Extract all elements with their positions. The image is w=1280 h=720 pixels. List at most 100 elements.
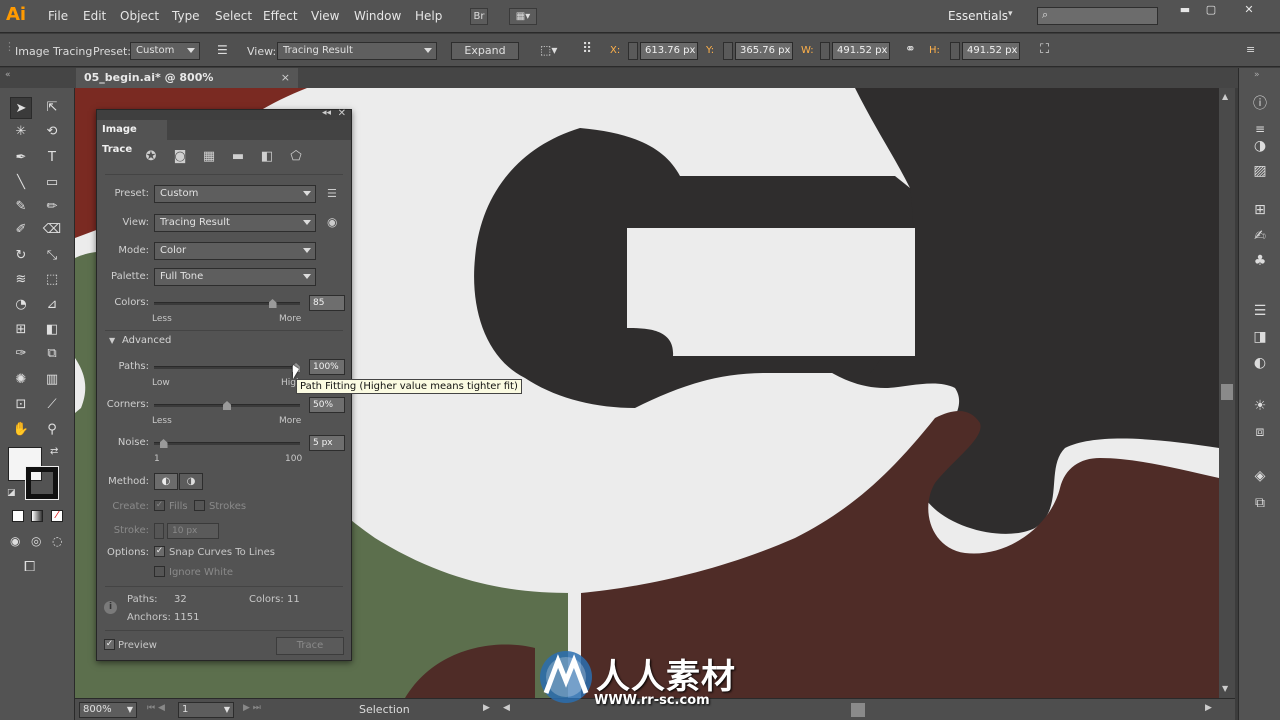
align-icon[interactable]: ⬚▾: [540, 43, 557, 57]
line-tool-icon[interactable]: ╲: [10, 172, 32, 194]
blob-brush-tool-icon[interactable]: ✐: [10, 219, 32, 241]
zoom-field[interactable]: 800% ▼: [79, 702, 137, 718]
first-artboard-icon[interactable]: ⏮ ◀: [147, 703, 165, 713]
width-tool-icon[interactable]: ≋: [10, 269, 32, 291]
graphic-styles-icon[interactable]: ⧈: [1249, 421, 1271, 443]
screen-mode-icon[interactable]: ⧠: [24, 559, 35, 575]
y-field[interactable]: 365.76 px: [735, 42, 793, 60]
gradient-panel-icon[interactable]: ◨: [1249, 326, 1271, 348]
strokes-checkbox[interactable]: [194, 500, 205, 511]
mode-dropdown[interactable]: Color: [154, 242, 316, 260]
x-field[interactable]: 613.76 px: [640, 42, 698, 60]
vertical-scroll-thumb[interactable]: [1221, 384, 1233, 400]
scroll-up-icon[interactable]: ▲: [1222, 92, 1228, 101]
mesh-tool-icon[interactable]: ⊞: [10, 319, 32, 341]
outline-preset-icon[interactable]: ⬠: [286, 148, 306, 166]
blend-tool-icon[interactable]: ⧉: [41, 343, 63, 365]
paintbrush-tool-icon[interactable]: ✎: [10, 196, 32, 218]
colors-slider-thumb[interactable]: [268, 299, 277, 308]
advanced-toggle[interactable]: Advanced: [122, 335, 171, 346]
color-mode-icon[interactable]: [12, 510, 24, 522]
pen-tool-icon[interactable]: ✒: [10, 147, 32, 169]
menu-window[interactable]: Window: [354, 9, 401, 23]
ignore-white-checkbox[interactable]: [154, 566, 165, 577]
advanced-disclosure-icon[interactable]: ▼: [109, 336, 115, 345]
menu-view[interactable]: View: [311, 9, 339, 23]
arrange-documents-button[interactable]: ▦▾: [509, 8, 537, 25]
paths-field[interactable]: 100%: [309, 359, 345, 375]
current-tool-status[interactable]: Selection: [359, 703, 410, 716]
x-spinner[interactable]: [628, 42, 638, 60]
preview-checkbox[interactable]: ✓: [104, 639, 115, 650]
expand-button[interactable]: Expand: [451, 42, 519, 60]
menu-edit[interactable]: Edit: [83, 9, 106, 23]
draw-normal-icon[interactable]: ◉: [10, 534, 20, 548]
swap-colors-icon[interactable]: ⇄: [50, 446, 58, 457]
palette-dropdown[interactable]: Full Tone: [154, 268, 316, 286]
transparency-panel-icon[interactable]: ◐: [1249, 352, 1271, 374]
stroke-field[interactable]: 10 px: [167, 523, 219, 539]
panel-menu-icon[interactable]: ≡: [1246, 43, 1255, 56]
scroll-down-icon[interactable]: ▼: [1222, 684, 1228, 693]
menu-type[interactable]: Type: [172, 9, 200, 23]
corners-slider-thumb[interactable]: [223, 401, 231, 410]
transform-icon[interactable]: ⛶: [1040, 42, 1049, 57]
view-dropdown[interactable]: Tracing Result: [277, 42, 437, 60]
menu-object[interactable]: Object: [120, 9, 159, 23]
stroke-spinner[interactable]: [154, 523, 164, 539]
symbols-panel-icon[interactable]: ♣: [1249, 250, 1271, 272]
info-panel-icon[interactable]: ⓘ: [1249, 93, 1271, 115]
shape-builder-tool-icon[interactable]: ◔: [10, 294, 32, 316]
noise-field[interactable]: 5 px: [309, 435, 345, 451]
preset-dropdown[interactable]: Custom: [130, 42, 200, 60]
pencil-tool-icon[interactable]: ✏: [41, 196, 63, 218]
color-guide-icon[interactable]: ▨: [1249, 160, 1271, 182]
bridge-button[interactable]: Br: [470, 8, 488, 25]
workspace-switcher[interactable]: Essentials: [948, 9, 1008, 23]
high-color-preset-icon[interactable]: ◙: [170, 148, 190, 166]
menu-file[interactable]: File: [48, 9, 68, 23]
layers-panel-icon[interactable]: ◈: [1249, 465, 1271, 487]
grayscale-preset-icon[interactable]: ▬: [228, 148, 248, 166]
rectangle-tool-icon[interactable]: ▭: [41, 172, 63, 194]
corners-field[interactable]: 50%: [309, 397, 345, 413]
gradient-mode-icon[interactable]: [31, 510, 43, 522]
vertical-scrollbar[interactable]: ▲ ▼: [1219, 88, 1235, 698]
artboards-panel-icon[interactable]: ⧉: [1249, 492, 1271, 514]
noise-slider-thumb[interactable]: [159, 439, 168, 448]
low-color-preset-icon[interactable]: ▦: [199, 148, 219, 166]
y-spinner[interactable]: [723, 42, 733, 60]
menu-select[interactable]: Select: [215, 9, 252, 23]
minimize-button[interactable]: ▬: [1174, 3, 1196, 17]
collapse-panel-icon[interactable]: ◂◂: [322, 108, 331, 118]
rotate-tool-icon[interactable]: ↻: [10, 245, 32, 267]
draw-behind-icon[interactable]: ◎: [31, 534, 41, 548]
w-spinner[interactable]: [820, 42, 830, 60]
w-field[interactable]: 491.52 px: [832, 42, 890, 60]
slice-tool-icon[interactable]: ⟋: [41, 394, 63, 416]
status-menu-icon[interactable]: ▶: [483, 703, 490, 713]
close-tab-icon[interactable]: ×: [281, 68, 290, 88]
colors-slider[interactable]: [154, 299, 300, 308]
scroll-right-icon[interactable]: ▶: [1205, 703, 1212, 713]
appearance-panel-icon[interactable]: ☀: [1249, 395, 1271, 417]
colors-field[interactable]: 85: [309, 295, 345, 311]
selection-tool-icon[interactable]: ➤: [10, 97, 32, 119]
black-and-white-preset-icon[interactable]: ◧: [257, 148, 277, 166]
help-search-input[interactable]: ⌕: [1037, 7, 1158, 25]
image-trace-panel-icon[interactable]: ☰: [217, 43, 228, 57]
panel-header-bar[interactable]: ◂◂ ✕: [97, 108, 351, 120]
horizontal-scroll-thumb[interactable]: [851, 703, 865, 717]
corners-slider[interactable]: [154, 401, 300, 410]
free-transform-tool-icon[interactable]: ⬚: [41, 269, 63, 291]
magic-wand-tool-icon[interactable]: ✳: [10, 121, 32, 143]
eraser-tool-icon[interactable]: ⌫: [41, 219, 63, 241]
expand-panels-icon[interactable]: »: [1254, 70, 1260, 80]
none-mode-icon[interactable]: ⁄: [51, 510, 63, 522]
gradient-tool-icon[interactable]: ◧: [41, 319, 63, 341]
snap-curves-checkbox[interactable]: ✓: [154, 546, 165, 557]
abutting-method-button[interactable]: ◐: [154, 473, 178, 490]
auto-color-preset-icon[interactable]: ✪: [141, 148, 161, 166]
last-artboard-icon[interactable]: ▶ ⏭: [243, 703, 261, 713]
lasso-tool-icon[interactable]: ⟲: [41, 121, 63, 143]
